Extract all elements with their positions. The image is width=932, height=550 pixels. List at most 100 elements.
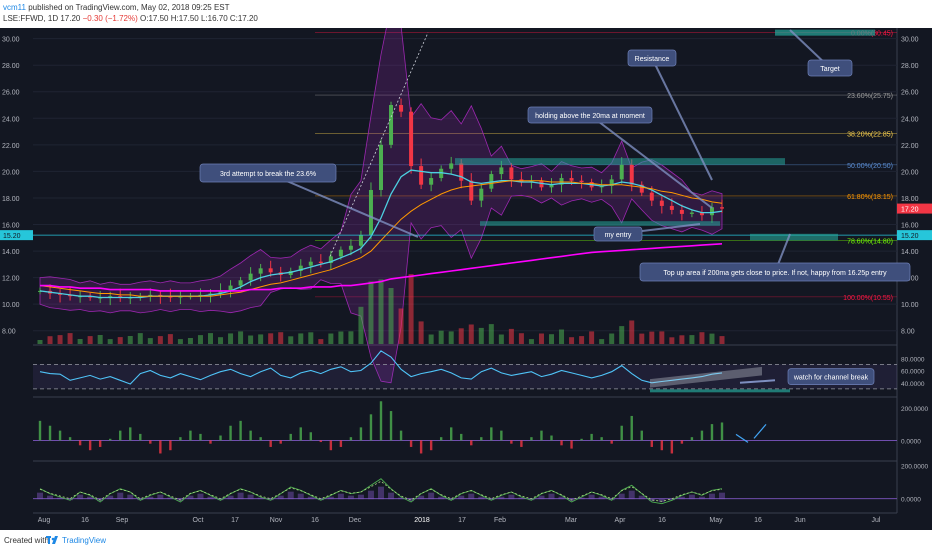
annotation-holding-20ma-text: holding above the 20ma at moment xyxy=(535,113,645,120)
volume-bar xyxy=(498,334,504,344)
last-price: 17.20 xyxy=(60,14,81,23)
volume-bar xyxy=(107,339,113,344)
volume-bar xyxy=(157,336,163,344)
oscillator-area xyxy=(207,496,214,500)
symbol-line: LSE:FFWD, 1D 17.20 −0.30 (−1.72%) O:17.5… xyxy=(3,14,258,23)
oscillator-area xyxy=(378,486,384,500)
volume-bar xyxy=(719,336,725,344)
candle-body xyxy=(629,164,634,185)
histogram-bar xyxy=(660,440,664,451)
y-tick-label-right: 16.00 xyxy=(901,223,919,230)
oscillator-area xyxy=(618,493,625,500)
oscillator-area xyxy=(438,496,445,500)
price-change: −0.30 (−1.72%) xyxy=(82,14,138,23)
candle-body xyxy=(429,178,434,185)
y-tick-label-left: 16.00 xyxy=(2,223,20,230)
histogram-bar xyxy=(680,440,684,444)
volume-bar xyxy=(127,336,133,344)
histogram-bar xyxy=(409,440,413,447)
y-tick-label-right: 22.00 xyxy=(901,143,919,150)
x-tick-label: 17 xyxy=(231,517,239,524)
oscillator-area xyxy=(187,495,194,500)
chart-svg[interactable]: 30.00 30.00 28.00 28.00 26.00 26.00 24.00 24.00… xyxy=(0,28,932,530)
volume-bar xyxy=(488,324,494,344)
y-tick-label-right: 30.00 xyxy=(901,37,919,44)
y-tick-label-left: 22.00 xyxy=(2,143,20,150)
histogram-bar xyxy=(490,427,493,441)
histogram-bar xyxy=(189,430,192,441)
volume-bar xyxy=(388,288,394,344)
histogram-bar xyxy=(149,440,152,444)
histogram-bar xyxy=(630,415,633,441)
level-marker-label-right: 15.20 xyxy=(901,233,919,240)
oscillator-area xyxy=(47,495,54,500)
x-tick-label: Nov xyxy=(270,517,283,524)
volume-bar xyxy=(559,329,565,344)
level-marker-label: 15.20 xyxy=(3,233,21,240)
x-tick-label: 16 xyxy=(754,517,762,524)
oscillator-area xyxy=(548,493,555,500)
histogram-bar xyxy=(640,430,643,441)
histogram-bar xyxy=(670,440,674,454)
oscillator-area xyxy=(197,493,204,500)
oscillator-area xyxy=(588,494,595,500)
candle-body xyxy=(659,200,664,206)
volume-bar xyxy=(378,279,384,344)
histogram-bar xyxy=(58,430,62,441)
oscillator-area xyxy=(468,493,475,500)
histogram-bar xyxy=(620,425,623,441)
chart-screenshot: vcm11 published on TradingView.com, May … xyxy=(0,0,932,550)
y-tick-label-right: 28.00 xyxy=(901,63,919,70)
volume-bar xyxy=(258,334,264,344)
x-tick-label: Apr xyxy=(615,517,627,524)
histogram-bar xyxy=(650,440,653,447)
candle-body xyxy=(469,180,474,201)
histogram-bar xyxy=(319,440,323,443)
x-tick-label: Jun xyxy=(794,517,805,524)
candle-body xyxy=(409,111,414,167)
symbol-label: LSE:FFWD, 1D xyxy=(3,14,59,23)
candle-body xyxy=(720,207,724,209)
histogram-bar xyxy=(289,433,292,441)
volume-bar xyxy=(278,332,284,344)
candle-body xyxy=(399,105,404,112)
histogram-bar xyxy=(560,440,563,446)
histogram-bar xyxy=(399,430,403,441)
fib-level-label: 38.20%(22.85) xyxy=(847,132,893,139)
header-bar: vcm11 published on TradingView.com, May … xyxy=(0,0,932,28)
candle-body xyxy=(258,268,263,274)
candle-body xyxy=(649,192,654,201)
volume-bar xyxy=(137,333,143,344)
oscillator-area xyxy=(498,496,505,500)
histogram-y-tick-label: 0.0000 xyxy=(901,438,921,445)
histogram-bar xyxy=(139,433,142,441)
author-link[interactable]: vcm11 xyxy=(3,3,26,12)
oscillator-area xyxy=(227,495,234,500)
volume-bar xyxy=(508,328,514,344)
oscillator-area xyxy=(508,494,515,500)
oscillator-area xyxy=(598,496,605,500)
histogram-bar xyxy=(48,425,52,441)
volume-bar xyxy=(87,336,93,344)
oscillator-area xyxy=(247,494,254,500)
volume-bar xyxy=(639,333,645,344)
volume-bar xyxy=(318,339,324,344)
resistance-zone xyxy=(455,158,785,165)
histogram-bar xyxy=(460,433,463,441)
volume-bar xyxy=(689,335,695,344)
annotation-my-entry-text: my entry xyxy=(605,232,632,239)
histogram-bar xyxy=(159,440,162,454)
tradingview-brand[interactable]: TradingView xyxy=(62,536,106,545)
oscillator-area xyxy=(277,495,284,500)
candle-body xyxy=(318,261,323,264)
volume-bar xyxy=(398,308,404,344)
candle-body xyxy=(479,188,484,201)
volume-bar xyxy=(569,337,575,344)
histogram-bar xyxy=(229,425,232,441)
histogram-bar xyxy=(389,411,393,441)
candle-body xyxy=(379,144,383,190)
candle-body xyxy=(248,273,253,281)
x-tick-label: May xyxy=(709,517,723,524)
volume-bar xyxy=(218,337,224,344)
volume-bar xyxy=(468,324,474,344)
